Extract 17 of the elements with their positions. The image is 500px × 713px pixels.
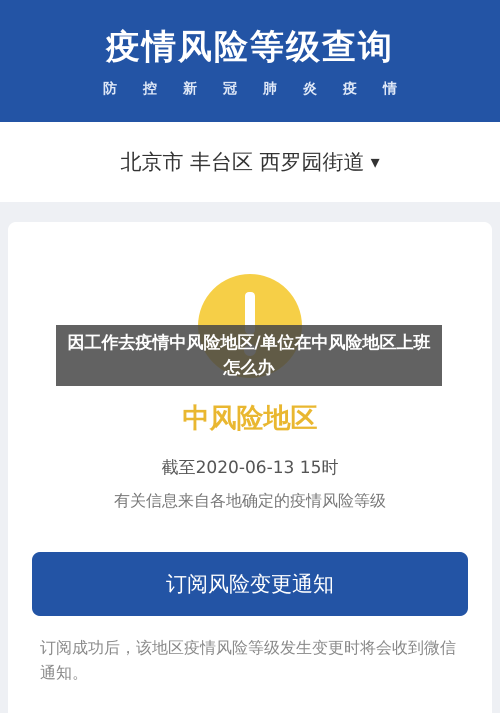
caption-banner: 因工作去疫情中风险地区/单位在中风险地区上班怎么办: [56, 325, 442, 386]
subtitle-character: 情: [383, 80, 397, 98]
subtitle-character: 炎: [303, 80, 317, 98]
subtitle-character: 冠: [223, 80, 237, 98]
location-selector[interactable]: 北京市 丰台区 西罗园街道: [120, 148, 365, 176]
update-time: 截至2020-06-13 15时: [162, 457, 338, 479]
source-text: 有关信息来自各地确定的疫情风险等级: [114, 491, 386, 512]
risk-level: 中风险地区: [182, 402, 318, 436]
note-text: 订阅成功后，该地区疫情风险等级发生变更时将会收到微信通知。: [40, 637, 457, 684]
subtitle-character: 新: [183, 80, 197, 98]
page-title: 疫情风险等级查询: [106, 26, 394, 69]
subtitle-character: 肺: [263, 80, 277, 98]
dropdown-caret[interactable]: ▾: [370, 152, 380, 172]
subscribe-button[interactable]: 订阅风险变更通知: [32, 552, 468, 616]
subtitle-character: 疫: [343, 80, 357, 98]
subtitle-character: 控: [143, 80, 157, 98]
subtitle-character: 防: [103, 80, 117, 98]
